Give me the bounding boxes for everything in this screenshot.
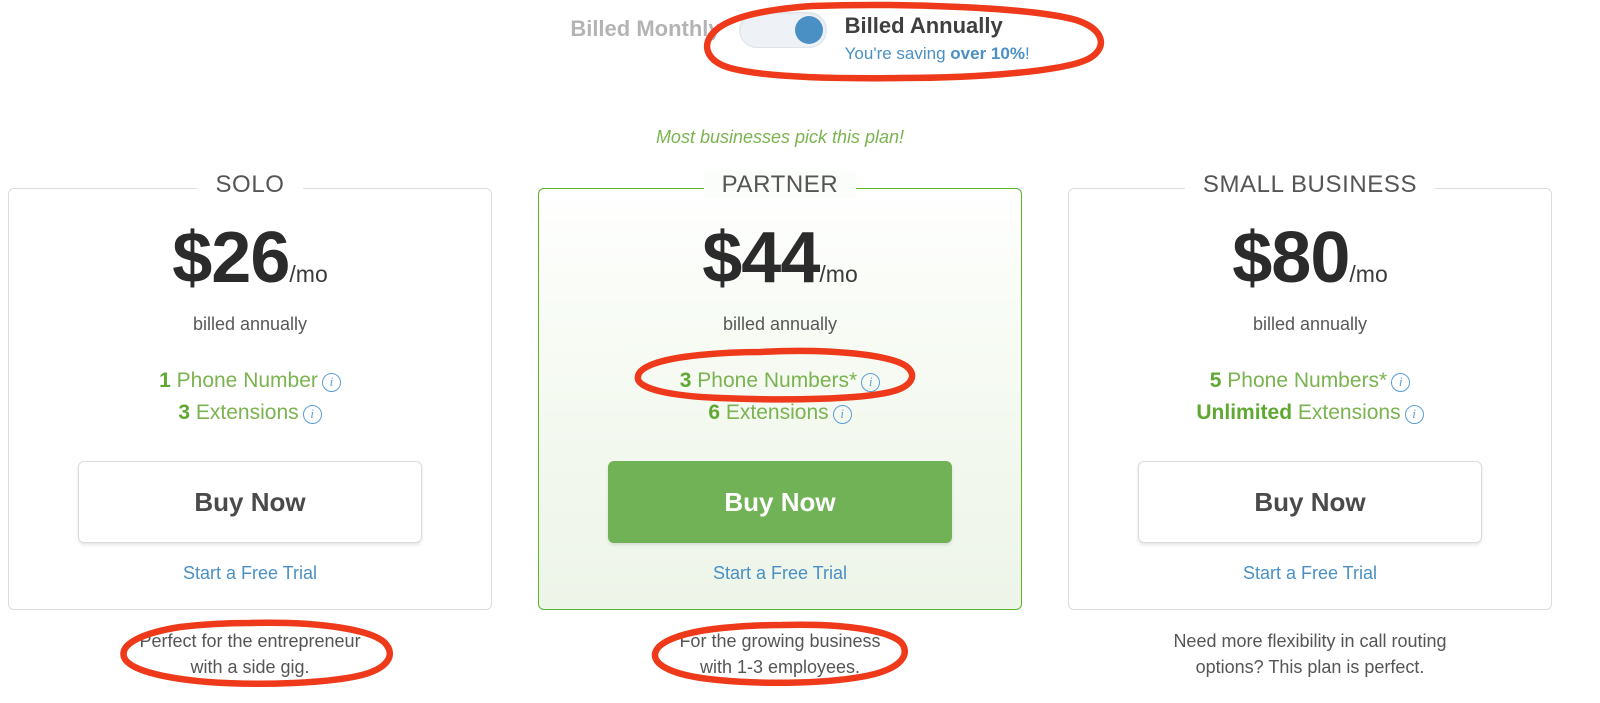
plan-title-partner-text: PARTNER [703,171,857,198]
savings-prefix: You're saving [844,44,951,63]
savings-amount: over 10% [950,44,1025,63]
feature-count: 1 [159,369,171,392]
plan-title-small-business: SMALL BUSINESS [1068,168,1552,202]
info-icon[interactable]: i [1391,373,1411,392]
plan-price-partner: $44/mo [538,222,1022,294]
info-icon[interactable]: i [302,405,322,424]
billing-toggle-group: Billed Monthly Billed Annually You're sa… [570,0,1030,66]
info-icon[interactable]: i [832,405,852,424]
feature-row: 6 Extensions i [538,397,1022,429]
feature-label: Phone Number [170,369,318,392]
feature-label: Extensions [1292,401,1401,424]
free-trial-link-solo[interactable]: Start a Free Trial [8,563,492,584]
free-trial-link-partner[interactable]: Start a Free Trial [538,563,1022,584]
info-icon[interactable]: i [1404,405,1424,424]
plan-price-period-small-business: /mo [1349,261,1388,287]
toggle-knob-icon[interactable] [794,16,823,44]
free-trial-link-small-business[interactable]: Start a Free Trial [1068,563,1552,584]
billed-annually-group: Billed Annually You're saving over 10%! [845,12,1030,66]
popular-plan-tagline: Most businesses pick this plan! [655,127,905,147]
plan-footer-line: with 1-3 employees. [699,657,861,677]
plan-title-solo: SOLO [8,168,492,202]
plan-features-small-business: 5 Phone Numbers* i Unlimited Extensions i [1068,365,1552,429]
plan-price-amount-solo: $26 [172,218,290,298]
feature-label: Phone Numbers* [1221,369,1388,392]
billed-annually-label[interactable]: Billed Annually [845,12,1003,40]
billed-monthly-label[interactable]: Billed Monthly [570,12,720,46]
plan-title-small-business-text: SMALL BUSINESS [1184,171,1436,198]
plan-body-solo: $26/mo billed annually 1 Phone Number i 3… [8,188,492,610]
feature-row: 1 Phone Number i [8,365,492,397]
plan-body-small-business: $80/mo billed annually 5 Phone Numbers* i… [1068,188,1552,610]
feature-label: Extensions [190,401,299,424]
feature-count: Unlimited [1196,401,1293,424]
buy-now-button-small-business[interactable]: Buy Now [1138,461,1482,543]
plan-footer-solo: Perfect for the entrepreneur with a side… [8,628,492,680]
savings-note: You're saving over 10%! [845,42,1030,66]
info-icon[interactable]: i [861,373,881,392]
feature-count: 3 [178,401,191,424]
plan-billed-note-solo: billed annually [192,314,308,334]
billing-toggle-bar: Billed Monthly Billed Annually You're sa… [0,0,1600,96]
plan-title-partner: PARTNER [538,168,1022,202]
feature-row: 3 Phone Numbers* i [538,365,1022,397]
plan-price-amount-partner: $44 [702,218,820,298]
plan-features-solo: 1 Phone Number i 3 Extensions i [8,365,492,429]
plan-billed-note-small-business: billed annually [1252,314,1368,334]
plan-title-solo-text: SOLO [197,171,303,198]
plan-footer-line: options? This plan is perfect. [1195,657,1425,677]
feature-row: Unlimited Extensions i [1068,397,1552,429]
feature-count: 6 [708,401,721,424]
plan-billed-note-partner: billed annually [722,314,838,334]
plan-footer-line: Perfect for the entrepreneur [139,631,361,651]
savings-suffix: ! [1024,44,1030,63]
plan-price-solo: $26/mo [8,222,492,294]
plan-footer-partner: For the growing business with 1-3 employ… [538,628,1022,680]
info-icon[interactable]: i [321,373,341,392]
plan-price-period-solo: /mo [289,261,328,287]
plan-price-amount-small-business: $80 [1232,218,1350,298]
plan-price-period-partner: /mo [819,261,858,287]
billing-period-toggle[interactable] [738,12,827,48]
feature-label: Extensions [720,401,829,424]
plan-features-partner: 3 Phone Numbers* i 6 Extensions i [538,365,1022,429]
plan-footer-line: For the growing business [679,631,881,651]
plan-footer-small-business: Need more flexibility in call routing op… [1068,628,1552,680]
buy-now-button-partner[interactable]: Buy Now [608,461,952,543]
feature-count: 5 [1209,369,1222,392]
feature-count: 3 [679,369,692,392]
plan-price-small-business: $80/mo [1068,222,1552,294]
buy-now-button-solo[interactable]: Buy Now [78,461,422,543]
plan-body-partner: $44/mo billed annually 3 Phone Numbers* i… [538,188,1022,610]
feature-row: 5 Phone Numbers* i [1068,365,1552,397]
plan-footer-line: Need more flexibility in call routing [1173,631,1447,651]
feature-row: 3 Extensions i [8,397,492,429]
feature-label: Phone Numbers* [691,369,858,392]
plan-footer-line: with a side gig. [190,657,310,677]
